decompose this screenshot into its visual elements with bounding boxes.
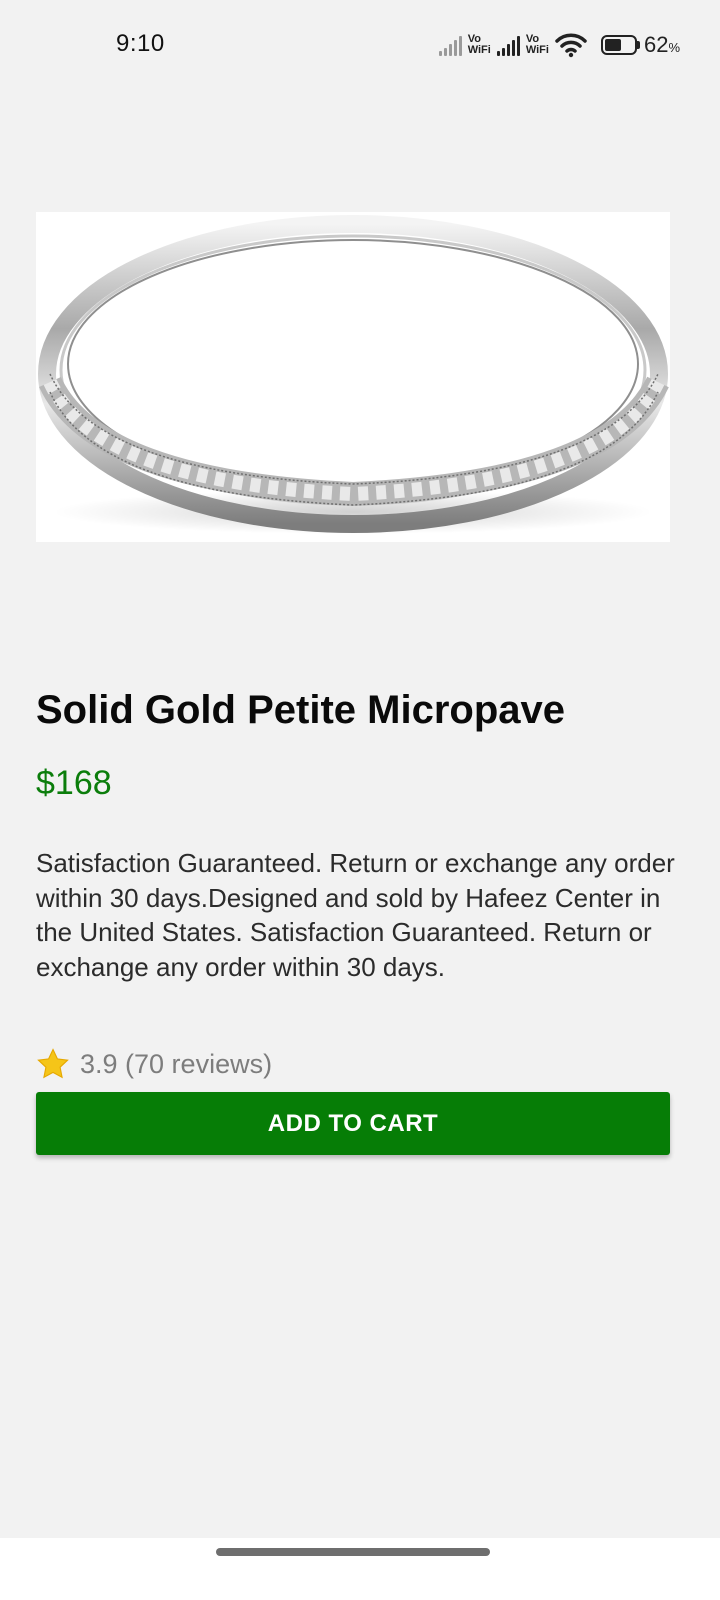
- product-price: $168: [36, 764, 112, 802]
- product-description: Satisfaction Guaranteed. Return or excha…: [36, 848, 675, 982]
- product-detail-screen: 9:10 Vo WiFi Vo WiFi 62% Solid Gold Peti…: [0, 0, 720, 1600]
- home-indicator[interactable]: [216, 1548, 490, 1556]
- product-image: [36, 212, 670, 542]
- battery-icon: 62%: [600, 32, 680, 58]
- vowifi-icon: Vo WiFi: [467, 33, 491, 56]
- status-bar: 9:10 Vo WiFi Vo WiFi 62%: [0, 0, 720, 90]
- signal-icon: [438, 34, 462, 56]
- wifi-icon: [555, 33, 587, 58]
- rating-row: 3.9 (70 reviews): [36, 1046, 272, 1082]
- add-to-cart-button[interactable]: ADD TO CART: [36, 1092, 670, 1155]
- rating-text: 3.9 (70 reviews): [80, 1048, 273, 1079]
- ring-image: [38, 215, 669, 534]
- status-icons: Vo WiFi Vo WiFi 62%: [438, 28, 680, 62]
- product-title: Solid Gold Petite Micropave: [36, 688, 565, 732]
- navigation-bar: [0, 1538, 720, 1600]
- status-time: 9:10: [116, 30, 165, 57]
- star-icon: [37, 1048, 69, 1079]
- battery-percent: 62%: [643, 32, 680, 57]
- vowifi-icon: Vo WiFi: [525, 33, 549, 56]
- signal-icon: [496, 34, 520, 56]
